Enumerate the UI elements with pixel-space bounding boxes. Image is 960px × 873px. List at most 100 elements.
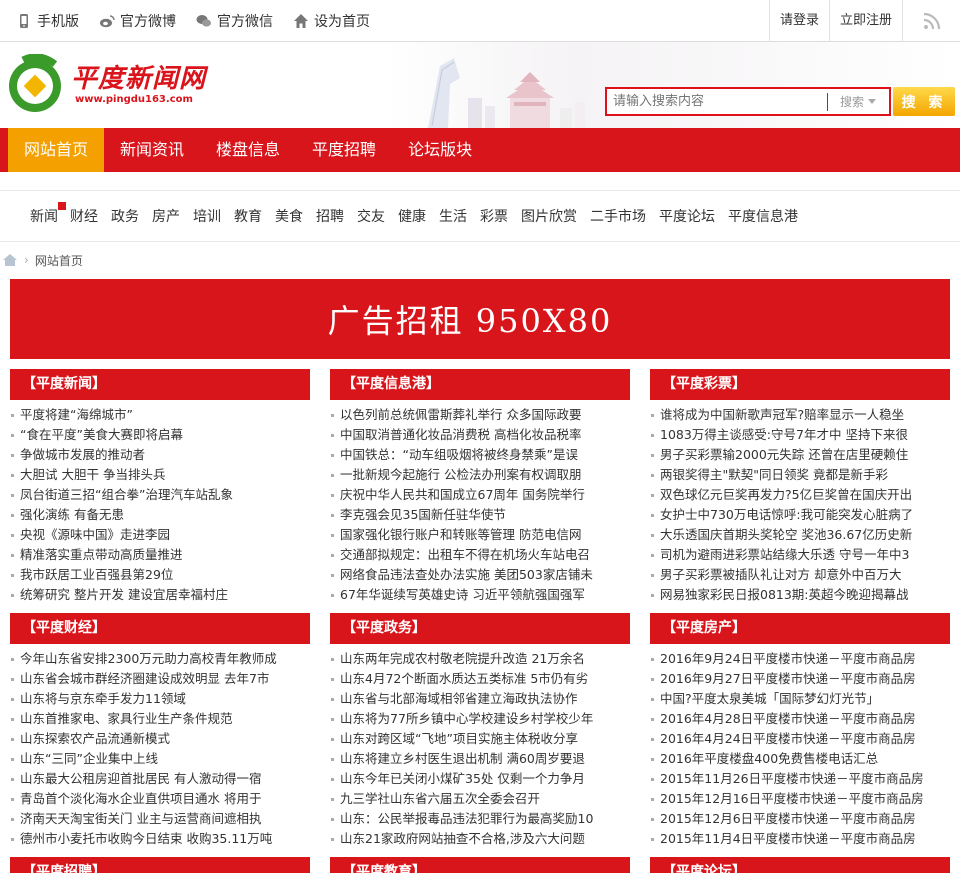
panel-title[interactable]: 【平度新闻】 [10,369,310,400]
news-link[interactable]: 山东将为77所乡镇中心学校建设乡村学校少年 [330,709,630,729]
news-link[interactable]: 男子买彩票被插队礼让对方 却意外中百万大 [650,565,950,585]
register-link[interactable]: 立即注册 [828,0,902,42]
news-link[interactable]: 山东最大公租房迎首批居民 有人激动得一宿 [10,769,310,789]
news-link[interactable]: 谁将成为中国新歌声冠军?赔率显示一人稳坐 [650,405,950,425]
panel-title[interactable]: 【平度彩票】 [650,369,950,400]
news-link[interactable]: 山东将与京东牵手发力11领域 [10,689,310,709]
news-link[interactable]: 2015年11月4日平度楼市快递－平度市商品房 [650,829,950,849]
sub-nav-item[interactable]: 教育 [234,206,262,226]
news-link[interactable]: 大乐透国庆首期头奖轮空 奖池36.67亿历史新 [650,525,950,545]
news-link[interactable]: 2016年4月28日平度楼市快递－平度市商品房 [650,709,950,729]
sub-nav-item[interactable]: 二手市场 [590,206,646,226]
ad-banner[interactable]: 广告招租 950X80 [10,279,950,359]
panel-title[interactable]: 【平度信息港】 [330,369,630,400]
news-link[interactable]: 2015年12月6日平度楼市快递－平度市商品房 [650,809,950,829]
news-link[interactable]: 山东首推家电、家具行业生产条件规范 [10,709,310,729]
sub-nav-item[interactable]: 招聘 [316,206,344,226]
news-link[interactable]: 央视《源味中国》走进李园 [10,525,310,545]
main-nav-item[interactable]: 论坛版块 [392,128,488,172]
site-logo[interactable]: 平度新闻网 www.pingdu163.com [5,54,206,114]
home-icon[interactable] [2,253,18,267]
search-type-select[interactable]: 搜索 [828,93,877,110]
news-link[interactable]: 山东两年完成农村敬老院提升改造 21万余名 [330,649,630,669]
news-link[interactable]: 2016年平度楼盘400免费售楼电话汇总 [650,749,950,769]
news-link[interactable]: 山东将建立乡村医生退出机制 满60周岁要退 [330,749,630,769]
news-link[interactable]: 山东4月72个断面水质达五类标准 5市仍有劣 [330,669,630,689]
sub-nav-item[interactable]: 美食 [275,206,303,226]
news-link[interactable]: 山东省会城市群经济圈建设成效明显 去年7市 [10,669,310,689]
panel-title[interactable]: 【平度论坛】 [650,857,950,873]
sub-nav-item[interactable]: 健康 [398,206,426,226]
news-link[interactable]: 2015年11月26日平度楼市快递－平度市商品房 [650,769,950,789]
news-link[interactable]: 庆祝中华人民共和国成立67周年 国务院举行 [330,485,630,505]
mobile-link[interactable]: 手机版 [16,11,79,31]
news-link[interactable]: 我市跃居工业百强县第29位 [10,565,310,585]
news-link[interactable]: 山东21家政府网站抽查不合格,涉及六大问题 [330,829,630,849]
news-link[interactable]: 一批新规今起施行 公检法办刑案有权调取朋 [330,465,630,485]
news-link[interactable]: 争做城市发展的推动者 [10,445,310,465]
news-link[interactable]: 今年山东省安排2300万元助力高校青年教师成 [10,649,310,669]
news-link[interactable]: 精准落实重点带动高质量推进 [10,545,310,565]
news-link[interactable]: 两银奖得主"默契"同日领奖 竟都是新手彩 [650,465,950,485]
panel-title[interactable]: 【平度财经】 [10,613,310,644]
news-link[interactable]: 统筹研究 整片开发 建设宜居幸福村庄 [10,585,310,605]
news-link[interactable]: 九三学社山东省六届五次全委会召开 [330,789,630,809]
news-link[interactable]: 网易独家彩民日报0813期:英超今晚迎揭幕战 [650,585,950,605]
news-link[interactable]: 大胆试 大胆干 争当排头兵 [10,465,310,485]
news-link[interactable]: “食在平度”美食大赛即将启幕 [10,425,310,445]
login-link[interactable]: 请登录 [768,0,829,42]
news-link[interactable]: 2016年9月27日平度楼市快递－平度市商品房 [650,669,950,689]
sub-nav-item[interactable]: 平度论坛 [659,206,715,226]
sub-nav-item[interactable]: 房产 [152,206,180,226]
news-link[interactable]: 女护士中730万电话惊呼:我可能突发心脏病了 [650,505,950,525]
breadcrumb-current[interactable]: 网站首页 [35,252,83,269]
news-link[interactable]: 2015年12月16日平度楼市快递－平度市商品房 [650,789,950,809]
rss-button[interactable] [902,0,960,42]
news-link[interactable]: 男子买彩票输2000元失踪 还曾在店里硬赖住 [650,445,950,465]
news-link[interactable]: 平度将建“海绵城市” [10,405,310,425]
sub-nav-item[interactable]: 生活 [439,206,467,226]
news-link[interactable]: 以色列前总统佩雷斯葬礼举行 众多国际政要 [330,405,630,425]
panel-title[interactable]: 【平度房产】 [650,613,950,644]
set-homepage-link[interactable]: 设为首页 [293,11,370,31]
sub-nav-item[interactable]: 交友 [357,206,385,226]
weibo-link[interactable]: 官方微博 [99,11,176,31]
news-link[interactable]: 凤台街道三招“组合拳”治理汽车站乱象 [10,485,310,505]
news-link[interactable]: 双色球亿元巨奖再发力?5亿巨奖曾在国庆开出 [650,485,950,505]
panel-title[interactable]: 【平度教育】 [330,857,630,873]
news-link[interactable]: 山东“三同”企业集中上线 [10,749,310,769]
news-link[interactable]: 司机为避雨进彩票站结缘大乐透 守号一年中3 [650,545,950,565]
news-link[interactable]: 山东：公民举报毒品违法犯罪行为最高奖励10 [330,809,630,829]
news-link[interactable]: 山东省与北部海域相邻省建立海政执法协作 [330,689,630,709]
sub-nav-item[interactable]: 新闻 [30,202,66,226]
main-nav-item[interactable]: 平度招聘 [296,128,392,172]
news-link[interactable]: 山东对跨区域“飞地”项目实施主体税收分享 [330,729,630,749]
news-link[interactable]: 济南天天淘宝街关门 业主与运营商间遮相执 [10,809,310,829]
main-nav-item[interactable]: 楼盘信息 [200,128,296,172]
news-link[interactable]: 青岛首个淡化海水企业直供项目通水 将用于 [10,789,310,809]
wechat-link[interactable]: 官方微信 [196,11,273,31]
news-link[interactable]: 2016年9月24日平度楼市快递－平度市商品房 [650,649,950,669]
sub-nav-item[interactable]: 政务 [111,206,139,226]
news-link[interactable]: 交通部拟规定：出租车不得在机场火车站电召 [330,545,630,565]
search-input[interactable] [607,89,827,114]
news-link[interactable]: 强化演练 有备无患 [10,505,310,525]
news-link[interactable]: 李克强会见35国新任驻华使节 [330,505,630,525]
sub-nav-item[interactable]: 财经 [70,206,98,226]
news-link[interactable]: 中国取消普通化妆品消费税 高档化妆品税率 [330,425,630,445]
news-link[interactable]: 山东探索农产品流通新模式 [10,729,310,749]
sub-nav-item[interactable]: 图片欣赏 [521,206,577,226]
news-link[interactable]: 德州市小麦托市收购今日结束 收购35.11万吨 [10,829,310,849]
main-nav-item[interactable]: 新闻资讯 [104,128,200,172]
news-link[interactable]: 国家强化银行账户和转账等管理 防范电信网 [330,525,630,545]
sub-nav-item[interactable]: 彩票 [480,206,508,226]
sub-nav-item[interactable]: 培训 [193,206,221,226]
main-nav-item[interactable]: 网站首页 [8,128,105,172]
news-link[interactable]: 网络食品违法查处办法实施 美团503家店铺未 [330,565,630,585]
panel-title[interactable]: 【平度招聘】 [10,857,310,873]
search-button[interactable]: 搜 索 [893,87,955,116]
news-link[interactable]: 2016年4月24日平度楼市快递－平度市商品房 [650,729,950,749]
news-link[interactable]: 1083万得主谈感受:守号7年才中 坚持下来很 [650,425,950,445]
news-link[interactable]: 山东今年已关闭小煤矿35处 仅剩一个力争月 [330,769,630,789]
sub-nav-item[interactable]: 平度信息港 [728,206,798,226]
